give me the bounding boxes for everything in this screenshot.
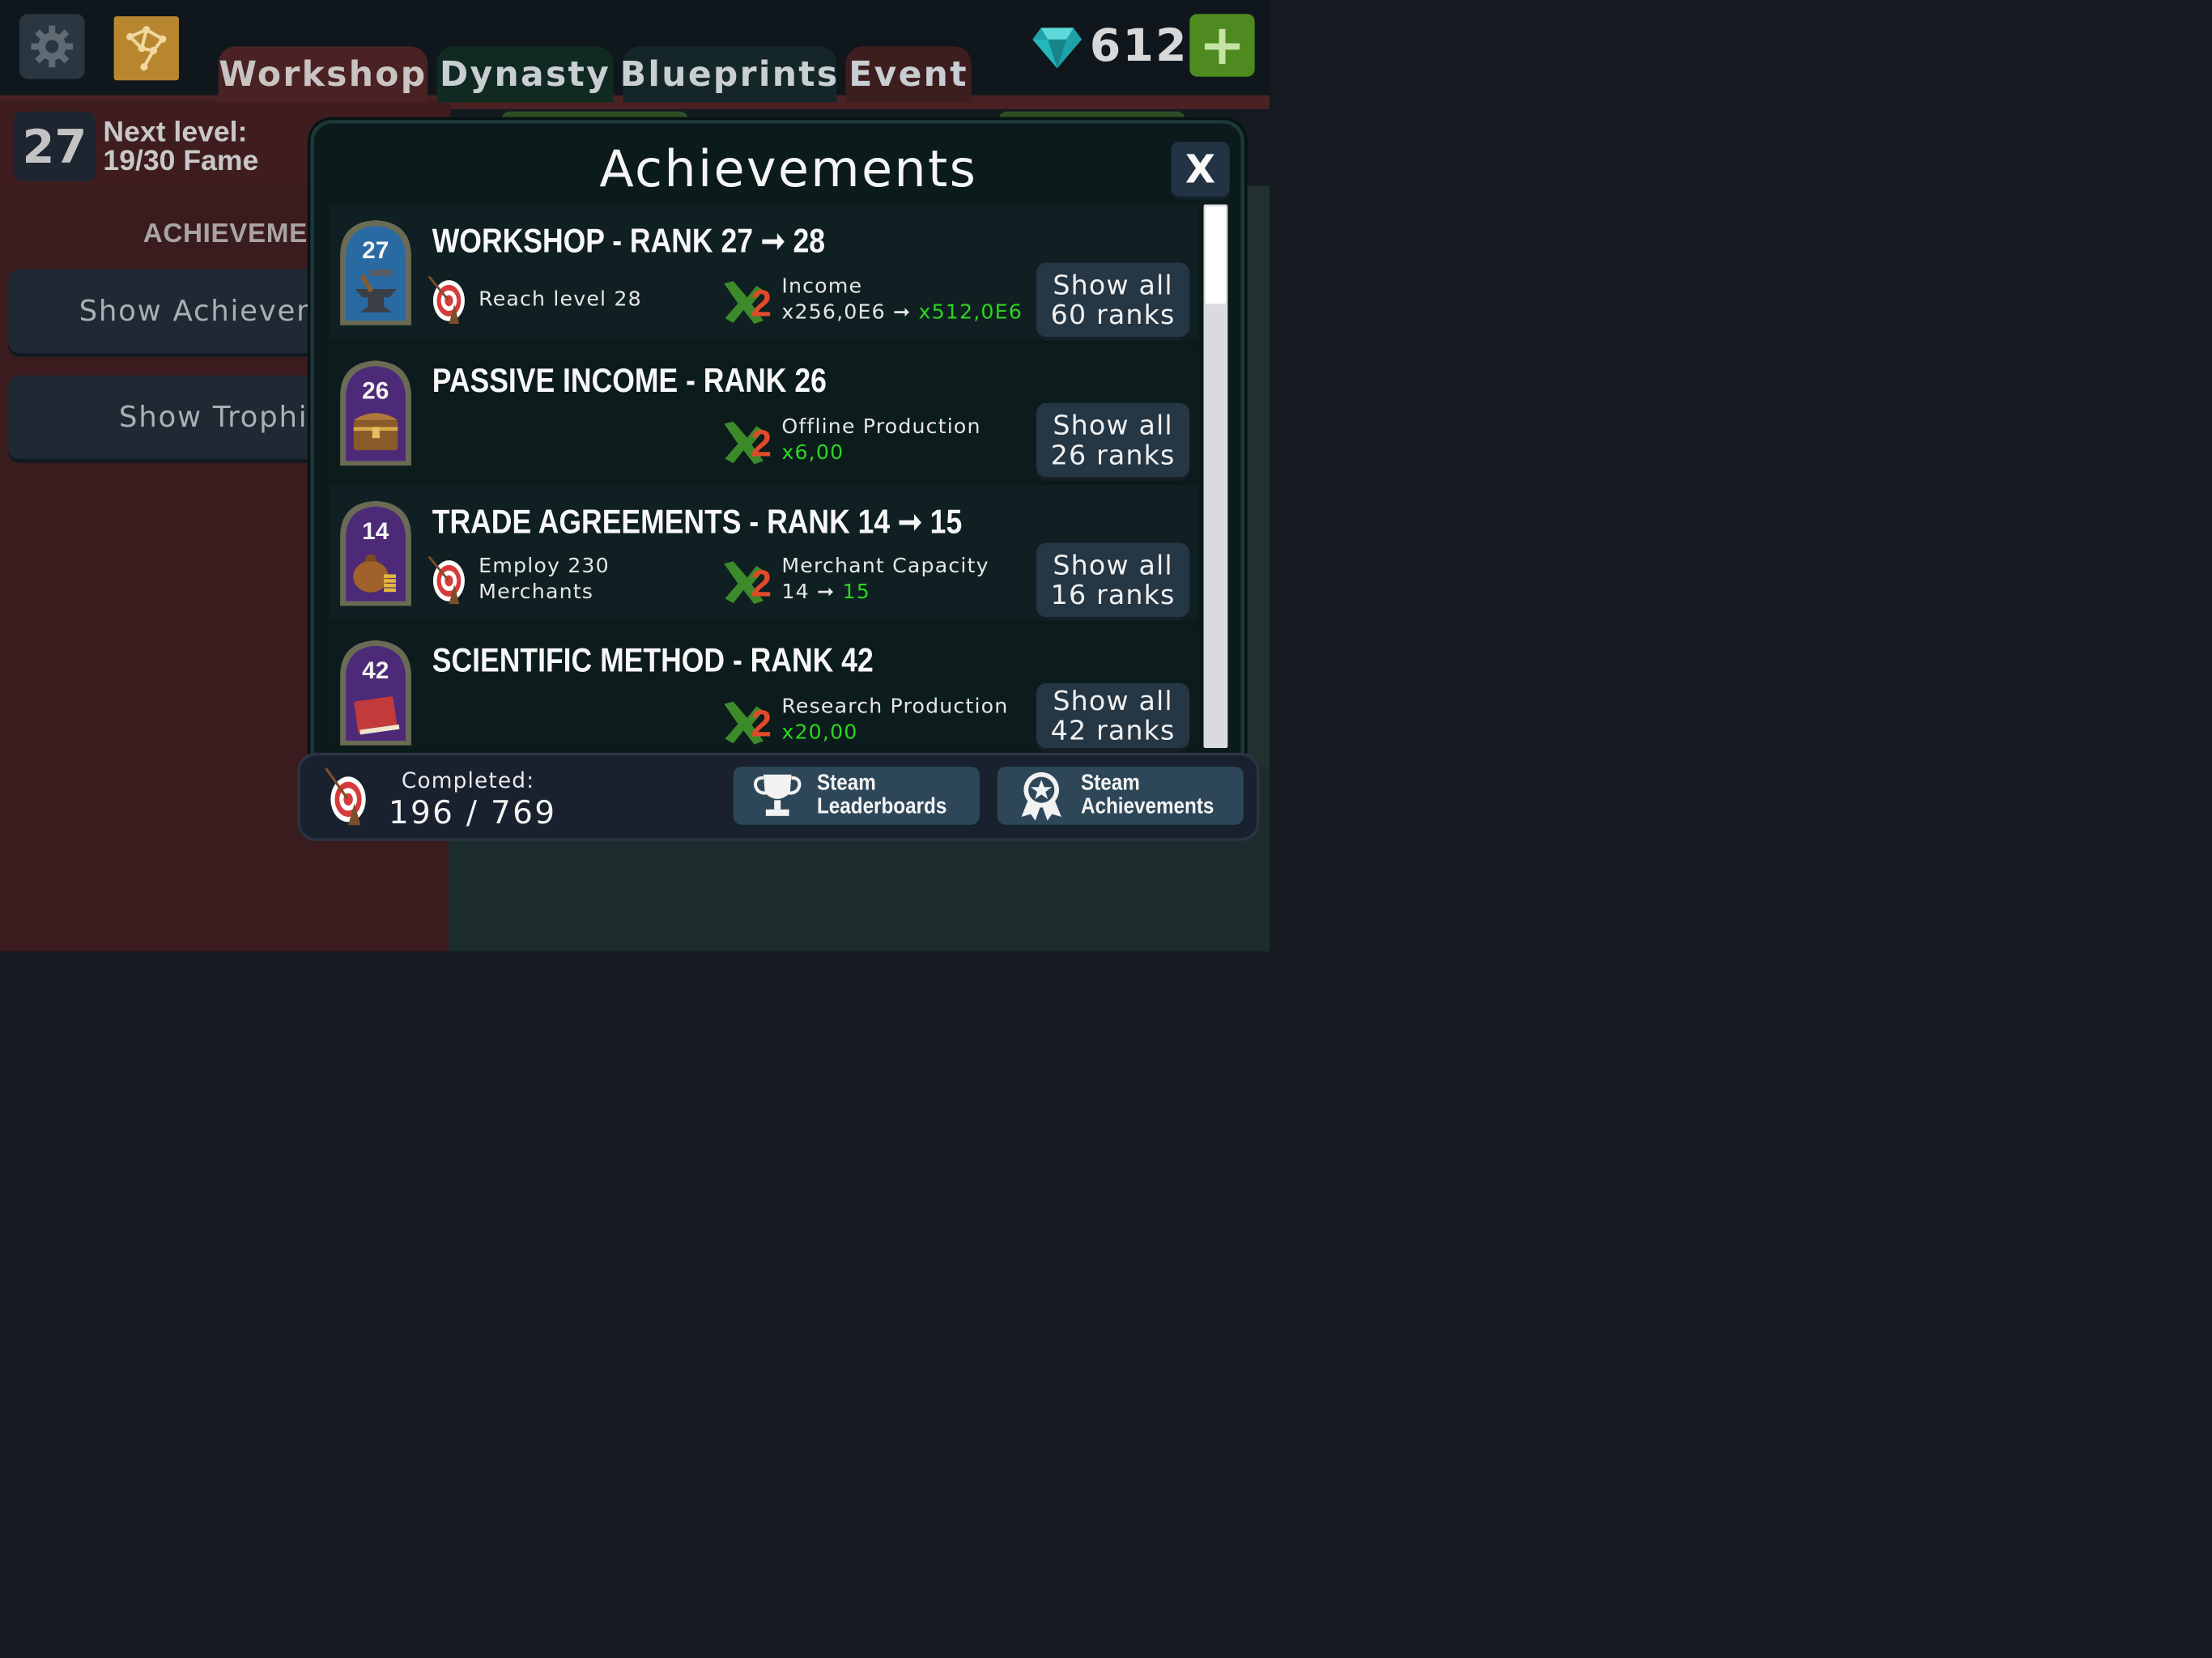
treasure-chest-icon (353, 413, 398, 451)
rank-badge: 26 (340, 360, 411, 466)
map-button[interactable] (113, 16, 179, 81)
goal-block: Employ 230 Merchants (479, 553, 610, 605)
completed-count: 196 / 769 (388, 794, 557, 831)
tab-label: Event (849, 54, 968, 95)
button-label: Achievements (1080, 793, 1214, 818)
button-label: Show all (1053, 549, 1173, 581)
tab-label: Dynasty (439, 54, 611, 95)
button-label-block: Steam Leaderboards (816, 770, 947, 818)
button-label: 60 ranks (1050, 299, 1176, 331)
button-label: Show all (1053, 269, 1173, 301)
x2-multiplier-icon: 2 (724, 701, 772, 745)
map-icon (126, 26, 167, 71)
rank-badge: 42 (340, 640, 411, 746)
x2-multiplier-icon: 2 (724, 561, 772, 604)
svg-text:2: 2 (751, 703, 772, 745)
next-rank: 15 (929, 503, 963, 541)
goal-text: Reach level 28 (479, 287, 642, 311)
trophy-icon (754, 774, 802, 816)
tab-workshop[interactable]: Workshop (218, 46, 428, 103)
reward-name: Income (781, 274, 863, 298)
next-rank: 28 (793, 222, 826, 260)
achievement-title: SCIENTIFIC METHOD - RANK 42 (432, 641, 874, 679)
badge-number: 14 (362, 518, 389, 545)
reward-name: Merchant Capacity (781, 554, 989, 578)
reward-name: Offline Production (781, 414, 981, 439)
reward-value: x20,00 (781, 720, 858, 744)
goal-text: Employ 230 (479, 554, 610, 578)
close-icon: X (1185, 146, 1216, 193)
target-icon (325, 767, 366, 826)
settings-button[interactable] (19, 14, 85, 79)
achievement-title: PASSIVE INCOME - RANK 26 (432, 362, 827, 400)
goal-text: Merchants (479, 580, 594, 604)
tab-dynasty[interactable]: Dynasty (436, 46, 614, 103)
award-ribbon-icon (1021, 772, 1061, 821)
plus-icon: + (1198, 13, 1246, 78)
button-label: 26 ranks (1050, 439, 1176, 471)
button-label-block: Steam Achievements (1080, 770, 1214, 818)
buy-gems-button[interactable]: + (1189, 13, 1255, 78)
steam-leaderboards-button[interactable]: Steam Leaderboards (733, 767, 980, 825)
arrow-icon: ➞ (760, 222, 785, 260)
button-label: Steam (1080, 770, 1140, 796)
button-label: 16 ranks (1050, 579, 1176, 611)
gem-icon (1032, 28, 1083, 69)
completed-label: Completed: (401, 767, 535, 793)
gear-icon (31, 25, 74, 68)
gem-count: 612 (1089, 19, 1189, 72)
x2-multiplier-icon: 2 (724, 421, 772, 465)
show-all-ranks-button[interactable]: Show all 60 ranks (1036, 262, 1190, 338)
reward-block: Income x256,0E6 ➞ x512,0E6 (781, 273, 1023, 325)
book-icon (354, 696, 400, 735)
scrollbar-thumb[interactable] (1205, 206, 1227, 304)
svg-text:2: 2 (751, 423, 772, 465)
tab-label: Blueprints (619, 54, 840, 95)
svg-text:2: 2 (751, 282, 772, 324)
arrow-icon: ➞ (816, 580, 836, 604)
arrow-icon: ➞ (892, 300, 912, 325)
achievement-title: TRADE AGREEMENTS - RANK 14 ➞ 15 (432, 502, 962, 541)
achievement-title: WORKSHOP - RANK 27 ➞ 28 (432, 221, 825, 260)
svg-text:2: 2 (751, 562, 772, 604)
title-text: PASSIVE INCOME - RANK 26 (432, 362, 827, 400)
show-all-ranks-button[interactable]: Show all 16 ranks (1036, 542, 1190, 618)
x2-multiplier-icon: 2 (724, 281, 772, 324)
target-icon (428, 275, 465, 325)
button-label: Show all (1053, 684, 1173, 717)
steam-achievements-button[interactable]: Steam Achievements (997, 767, 1244, 825)
button-label: 42 ranks (1050, 714, 1176, 746)
close-button[interactable]: X (1171, 142, 1230, 197)
show-all-ranks-button[interactable]: Show all 26 ranks (1036, 402, 1190, 478)
tab-label: Workshop (219, 54, 428, 95)
reward-from: x256,0E6 (781, 300, 886, 325)
badge-number: 26 (362, 377, 389, 404)
tab-event[interactable]: Event (845, 46, 972, 103)
reward-from: 14 (781, 580, 810, 604)
rank-badge: 27 (340, 220, 411, 325)
badge-number: 27 (362, 237, 389, 264)
title-text: WORKSHOP - RANK 27 (432, 222, 753, 260)
fame-progress: 19/30 Fame (103, 144, 259, 177)
arrow-icon: ➞ (898, 503, 922, 541)
show-all-ranks-button[interactable]: Show all 42 ranks (1036, 682, 1190, 749)
reward-block: Research Production x20,00 (781, 693, 1008, 745)
target-icon (428, 555, 465, 605)
title-text: TRADE AGREEMENTS - RANK 14 (432, 503, 891, 541)
reward-to: x512,0E6 (918, 300, 1023, 325)
reward-value: x6,00 (781, 440, 844, 465)
rank-badge: 14 (340, 500, 411, 606)
button-label: Steam (816, 770, 876, 796)
reward-to: 15 (842, 580, 870, 604)
level-badge: 27 (14, 111, 96, 181)
button-label: Show all (1053, 409, 1173, 441)
title-text: SCIENTIFIC METHOD - RANK 42 (432, 641, 874, 679)
tab-blueprints[interactable]: Blueprints (620, 46, 837, 103)
reward-block: Offline Production x6,00 (781, 414, 981, 466)
button-label: Leaderboards (816, 793, 947, 818)
reward-block: Merchant Capacity 14 ➞ 15 (781, 553, 989, 605)
badge-number: 42 (362, 657, 389, 684)
dialog-title: Achievements (599, 140, 978, 199)
reward-name: Research Production (781, 694, 1009, 718)
